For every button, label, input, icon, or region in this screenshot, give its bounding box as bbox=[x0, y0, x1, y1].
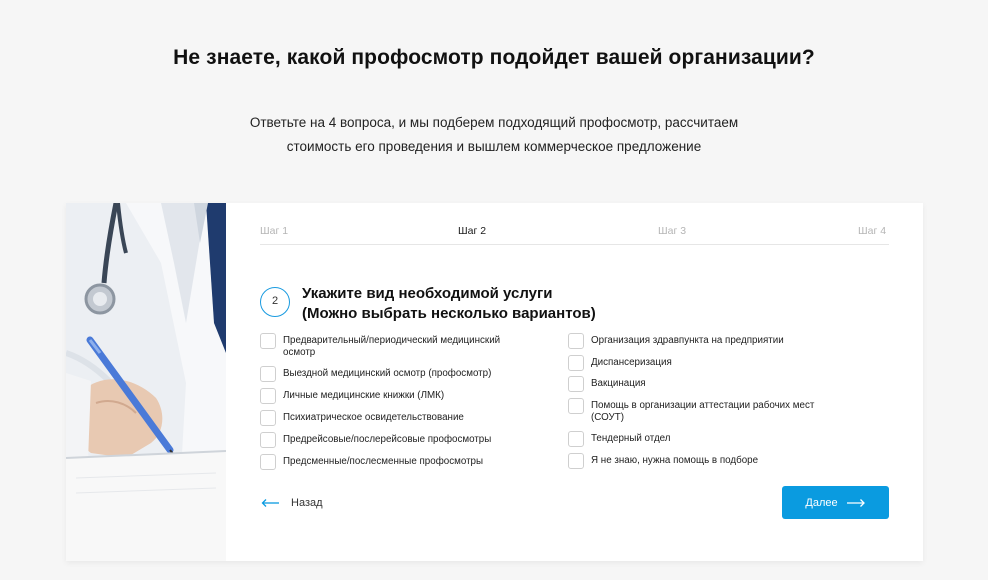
checkbox[interactable] bbox=[260, 366, 276, 382]
step-1[interactable]: Шаг 1 bbox=[260, 225, 288, 237]
option-vaccination[interactable]: Вакцинация bbox=[568, 376, 646, 392]
section-title: Не знаете, какой профосмотр подойдет ваш… bbox=[173, 46, 815, 69]
option-preliminary-periodic[interactable]: Предварительный/периодический медицински… bbox=[260, 333, 501, 358]
option-label: Диспансеризация bbox=[591, 357, 672, 368]
checkbox[interactable] bbox=[568, 376, 584, 392]
option-label: Психиатрическое освидетельствование bbox=[283, 412, 464, 423]
back-button-label: Назад bbox=[291, 497, 323, 509]
option-dispensary[interactable]: Диспансеризация bbox=[568, 355, 672, 371]
subtitle-line-1: Ответьте на 4 вопроса, и мы подберем под… bbox=[249, 115, 739, 130]
option-medical-books[interactable]: Личные медицинские книжки (ЛМК) bbox=[260, 388, 445, 404]
option-label: Помощь в организации аттестации рабочих … bbox=[591, 400, 815, 423]
quiz-section: Не знаете, какой профосмотр подойдет ваш… bbox=[0, 0, 988, 580]
checkbox[interactable] bbox=[260, 432, 276, 448]
back-button[interactable]: Назад bbox=[261, 496, 323, 510]
option-label: Тендерный отдел bbox=[591, 433, 671, 444]
option-psychiatric[interactable]: Психиатрическое освидетельствование bbox=[260, 410, 464, 426]
option-label: Вакцинация bbox=[591, 378, 646, 389]
question-title-line-2: (Можно выбрать несколько вариантов) bbox=[302, 305, 596, 322]
option-label: Предрейсовые/послерейсовые профосмотры bbox=[283, 434, 492, 445]
checkbox[interactable] bbox=[568, 333, 584, 349]
checkbox[interactable] bbox=[260, 454, 276, 470]
option-label: Организация здравпункта на предприятии bbox=[591, 335, 784, 346]
checkbox[interactable] bbox=[260, 410, 276, 426]
option-field-exam[interactable]: Выездной медицинский осмотр (профосмотр) bbox=[260, 366, 492, 382]
option-need-help[interactable]: Я не знаю, нужна помощь в подборе bbox=[568, 453, 759, 469]
step-3[interactable]: Шаг 3 bbox=[658, 225, 686, 237]
checkbox[interactable] bbox=[568, 355, 584, 371]
step-2[interactable]: Шаг 2 bbox=[458, 225, 486, 237]
option-label: Я не знаю, нужна помощь в подборе bbox=[591, 455, 759, 466]
arrow-right-icon bbox=[846, 498, 865, 507]
doctor-illustration bbox=[66, 203, 226, 561]
step-4[interactable]: Шаг 4 bbox=[858, 225, 886, 237]
section-subtitle: Ответьте на 4 вопроса, и мы подберем под… bbox=[0, 111, 988, 159]
doctor-photo bbox=[66, 203, 226, 561]
option-label: Личные медицинские книжки (ЛМК) bbox=[283, 390, 445, 401]
checkbox[interactable] bbox=[568, 398, 584, 414]
question-title-line-1: Укажите вид необходимой услуги bbox=[302, 285, 553, 302]
next-button-label: Далее bbox=[805, 496, 838, 509]
checkbox[interactable] bbox=[260, 333, 276, 349]
arrow-left-icon bbox=[261, 499, 279, 507]
question-title: Укажите вид необходимой услуги (Можно вы… bbox=[302, 284, 682, 324]
option-tender-department[interactable]: Тендерный отдел bbox=[568, 431, 671, 447]
option-health-post[interactable]: Организация здравпункта на предприятии bbox=[568, 333, 784, 349]
option-workplace-certification[interactable]: Помощь в организации аттестации рабочих … bbox=[568, 398, 815, 423]
subtitle-line-2: стоимость его проведения и вышлем коммер… bbox=[286, 139, 702, 154]
option-label: Предварительный/периодический медицински… bbox=[283, 335, 501, 358]
checkbox[interactable] bbox=[568, 453, 584, 469]
option-pre-shift[interactable]: Предсменные/послесменные профосмотры bbox=[260, 454, 484, 470]
quiz-card: Шаг 1 Шаг 2 Шаг 3 Шаг 4 2 Укажите вид не… bbox=[66, 203, 923, 561]
option-label: Выездной медицинский осмотр (профосмотр) bbox=[283, 368, 492, 379]
next-button[interactable]: Далее bbox=[782, 486, 889, 519]
step-indicator: Шаг 1 Шаг 2 Шаг 3 Шаг 4 bbox=[260, 225, 889, 245]
checkbox[interactable] bbox=[568, 431, 584, 447]
checkbox[interactable] bbox=[260, 388, 276, 404]
option-pre-trip[interactable]: Предрейсовые/послерейсовые профосмотры bbox=[260, 432, 492, 448]
option-label: Предсменные/послесменные профосмотры bbox=[283, 456, 484, 467]
step-divider bbox=[260, 244, 889, 245]
question-number-badge: 2 bbox=[260, 287, 290, 317]
